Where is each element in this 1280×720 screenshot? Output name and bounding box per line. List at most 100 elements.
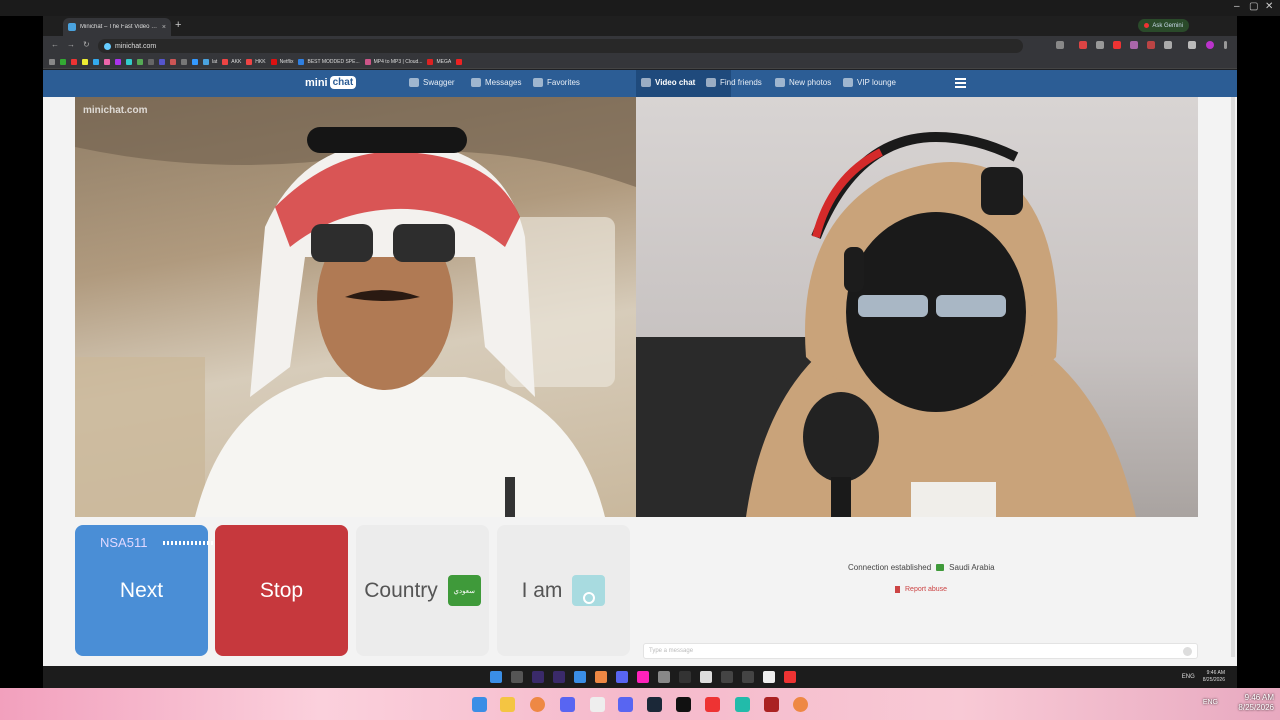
- nav-find-friends[interactable]: Find friends: [706, 78, 762, 87]
- extension-icon[interactable]: [1113, 41, 1121, 49]
- browser-tab[interactable]: Minichat – The Fast Video … ×: [63, 18, 171, 36]
- back-icon[interactable]: ←: [51, 40, 59, 49]
- extension-icon[interactable]: [1079, 41, 1087, 49]
- bookmark-icon[interactable]: [126, 58, 132, 65]
- bookmark-label: AKK: [231, 58, 242, 65]
- menu-dots-icon[interactable]: [1224, 41, 1227, 49]
- chrome-icon[interactable]: [530, 697, 545, 712]
- tray-lang[interactable]: ENG: [1182, 674, 1195, 680]
- chrome-icon[interactable]: [793, 697, 808, 712]
- ask-gemini-label: Ask Gemini: [1152, 22, 1183, 29]
- extension-icon[interactable]: [1130, 41, 1138, 49]
- minichat-logo[interactable]: mini chat: [305, 76, 357, 89]
- reload-icon[interactable]: ↻: [83, 40, 90, 49]
- bookmark-icon[interactable]: [71, 58, 77, 65]
- discord-icon[interactable]: [618, 697, 633, 712]
- app-icon[interactable]: [574, 671, 586, 683]
- bookmark-best-modded[interactable]: BEST MODDED SPE...: [298, 58, 360, 65]
- new-tab-button[interactable]: +: [175, 19, 181, 31]
- puzzle-icon[interactable]: [1164, 41, 1172, 49]
- ask-gemini-button[interactable]: Ask Gemini: [1138, 19, 1189, 32]
- minimize-icon[interactable]: –: [1234, 1, 1240, 12]
- bookmark-netflix[interactable]: Netflix: [270, 58, 293, 65]
- app-icon[interactable]: [764, 697, 779, 712]
- bookmark-icon[interactable]: [93, 58, 99, 65]
- app-icon[interactable]: [721, 671, 733, 683]
- windows-start-icon[interactable]: [472, 697, 487, 712]
- bookmark-icon[interactable]: [137, 58, 143, 65]
- star-icon[interactable]: [1056, 41, 1064, 49]
- emoji-icon[interactable]: [1183, 646, 1192, 656]
- taskbar-clock[interactable]: 9:46 AM 8/25/2026: [1203, 670, 1225, 684]
- chrome-icon[interactable]: [595, 671, 607, 683]
- maximize-icon[interactable]: ▢: [1249, 1, 1258, 12]
- message-input[interactable]: Type a message: [643, 643, 1198, 659]
- nav-new-photos-label: New photos: [789, 78, 832, 87]
- nav-favorites[interactable]: Favorites: [533, 78, 580, 87]
- profile-avatar[interactable]: [1206, 41, 1214, 49]
- nav-video-chat[interactable]: Video chat: [641, 78, 695, 87]
- tiktok-icon[interactable]: [705, 697, 720, 712]
- discord-icon[interactable]: [560, 697, 575, 712]
- desktop-tray-lang[interactable]: ENG: [1203, 699, 1218, 706]
- bookmark-icon[interactable]: [192, 58, 198, 65]
- close-window-icon[interactable]: ✕: [1265, 1, 1273, 12]
- search-icon[interactable]: [511, 671, 523, 683]
- url-field[interactable]: minichat.com: [98, 39, 1023, 53]
- bookmark-icon[interactable]: [104, 58, 110, 65]
- page-scrollbar[interactable]: [1231, 97, 1235, 657]
- bookmark-icon[interactable]: [170, 58, 176, 65]
- desktop-clock[interactable]: 9:46 AM 8/25/2026: [1238, 693, 1274, 713]
- bookmark-icon[interactable]: [60, 58, 66, 65]
- bookmark-icon[interactable]: [82, 58, 88, 65]
- i-am-button[interactable]: I am: [497, 525, 630, 656]
- apps-icon[interactable]: [49, 58, 55, 65]
- country-button[interactable]: Country سعودي: [356, 525, 489, 656]
- app-icon[interactable]: [658, 671, 670, 683]
- bookmark-icon[interactable]: [159, 58, 165, 65]
- bookmark-icon[interactable]: [181, 58, 187, 65]
- nav-new-photos[interactable]: New photos: [775, 78, 831, 87]
- system-tray: ENG 9:46 AM 8/25/2026: [1182, 670, 1225, 684]
- report-abuse-link[interactable]: Report abuse: [895, 586, 947, 593]
- stop-button[interactable]: Stop: [215, 525, 348, 656]
- bookmark-icon[interactable]: [456, 58, 463, 65]
- site-info-icon[interactable]: [104, 42, 111, 50]
- nav-swagger[interactable]: Swagger: [409, 78, 455, 87]
- extension-icon[interactable]: [1096, 41, 1104, 49]
- steam-icon[interactable]: [647, 697, 662, 712]
- extension-icon[interactable]: [1147, 41, 1155, 49]
- file-explorer-icon[interactable]: [500, 697, 515, 712]
- address-bar-row: ← → ↻ minichat.com: [43, 36, 1237, 55]
- bookmark-mp4-to-mp3[interactable]: MP4 to MP3 | Cloud...: [364, 58, 422, 65]
- close-tab-icon[interactable]: ×: [162, 24, 166, 31]
- app-icon[interactable]: [637, 671, 649, 683]
- bookmark-icon[interactable]: [148, 58, 154, 65]
- discord-icon[interactable]: [616, 671, 628, 683]
- app-icon[interactable]: [553, 671, 565, 683]
- forward-icon[interactable]: →: [67, 40, 75, 49]
- bookmark-mega[interactable]: MEGA: [427, 58, 451, 65]
- app-icon[interactable]: [700, 671, 712, 683]
- next-button[interactable]: NSA511 Next: [75, 525, 281, 656]
- bookmark-hkk[interactable]: HKK: [246, 58, 266, 65]
- tiktok-icon[interactable]: [676, 697, 691, 712]
- app-icon[interactable]: [763, 671, 775, 683]
- bookmark-akk[interactable]: AKK: [222, 58, 242, 65]
- file-icon[interactable]: [590, 697, 605, 712]
- app-icon[interactable]: [742, 671, 754, 683]
- app-icon[interactable]: [784, 671, 796, 683]
- photos-icon: [775, 78, 785, 87]
- app-icon[interactable]: [532, 671, 544, 683]
- connection-status: Connection established Saudi Arabia: [848, 563, 995, 572]
- bookmark-icon[interactable]: [115, 58, 121, 65]
- nav-messages[interactable]: Messages: [471, 78, 521, 87]
- tiktok-icon[interactable]: [679, 671, 691, 683]
- nav-favorites-label: Favorites: [547, 78, 580, 87]
- nav-vip-lounge[interactable]: VIP lounge: [843, 78, 896, 87]
- bookmark-lat[interactable]: lat: [203, 58, 217, 65]
- hamburger-menu-icon[interactable]: [955, 78, 966, 88]
- app-icon[interactable]: [735, 697, 750, 712]
- download-icon[interactable]: [1188, 41, 1196, 49]
- windows-start-icon[interactable]: [490, 671, 502, 683]
